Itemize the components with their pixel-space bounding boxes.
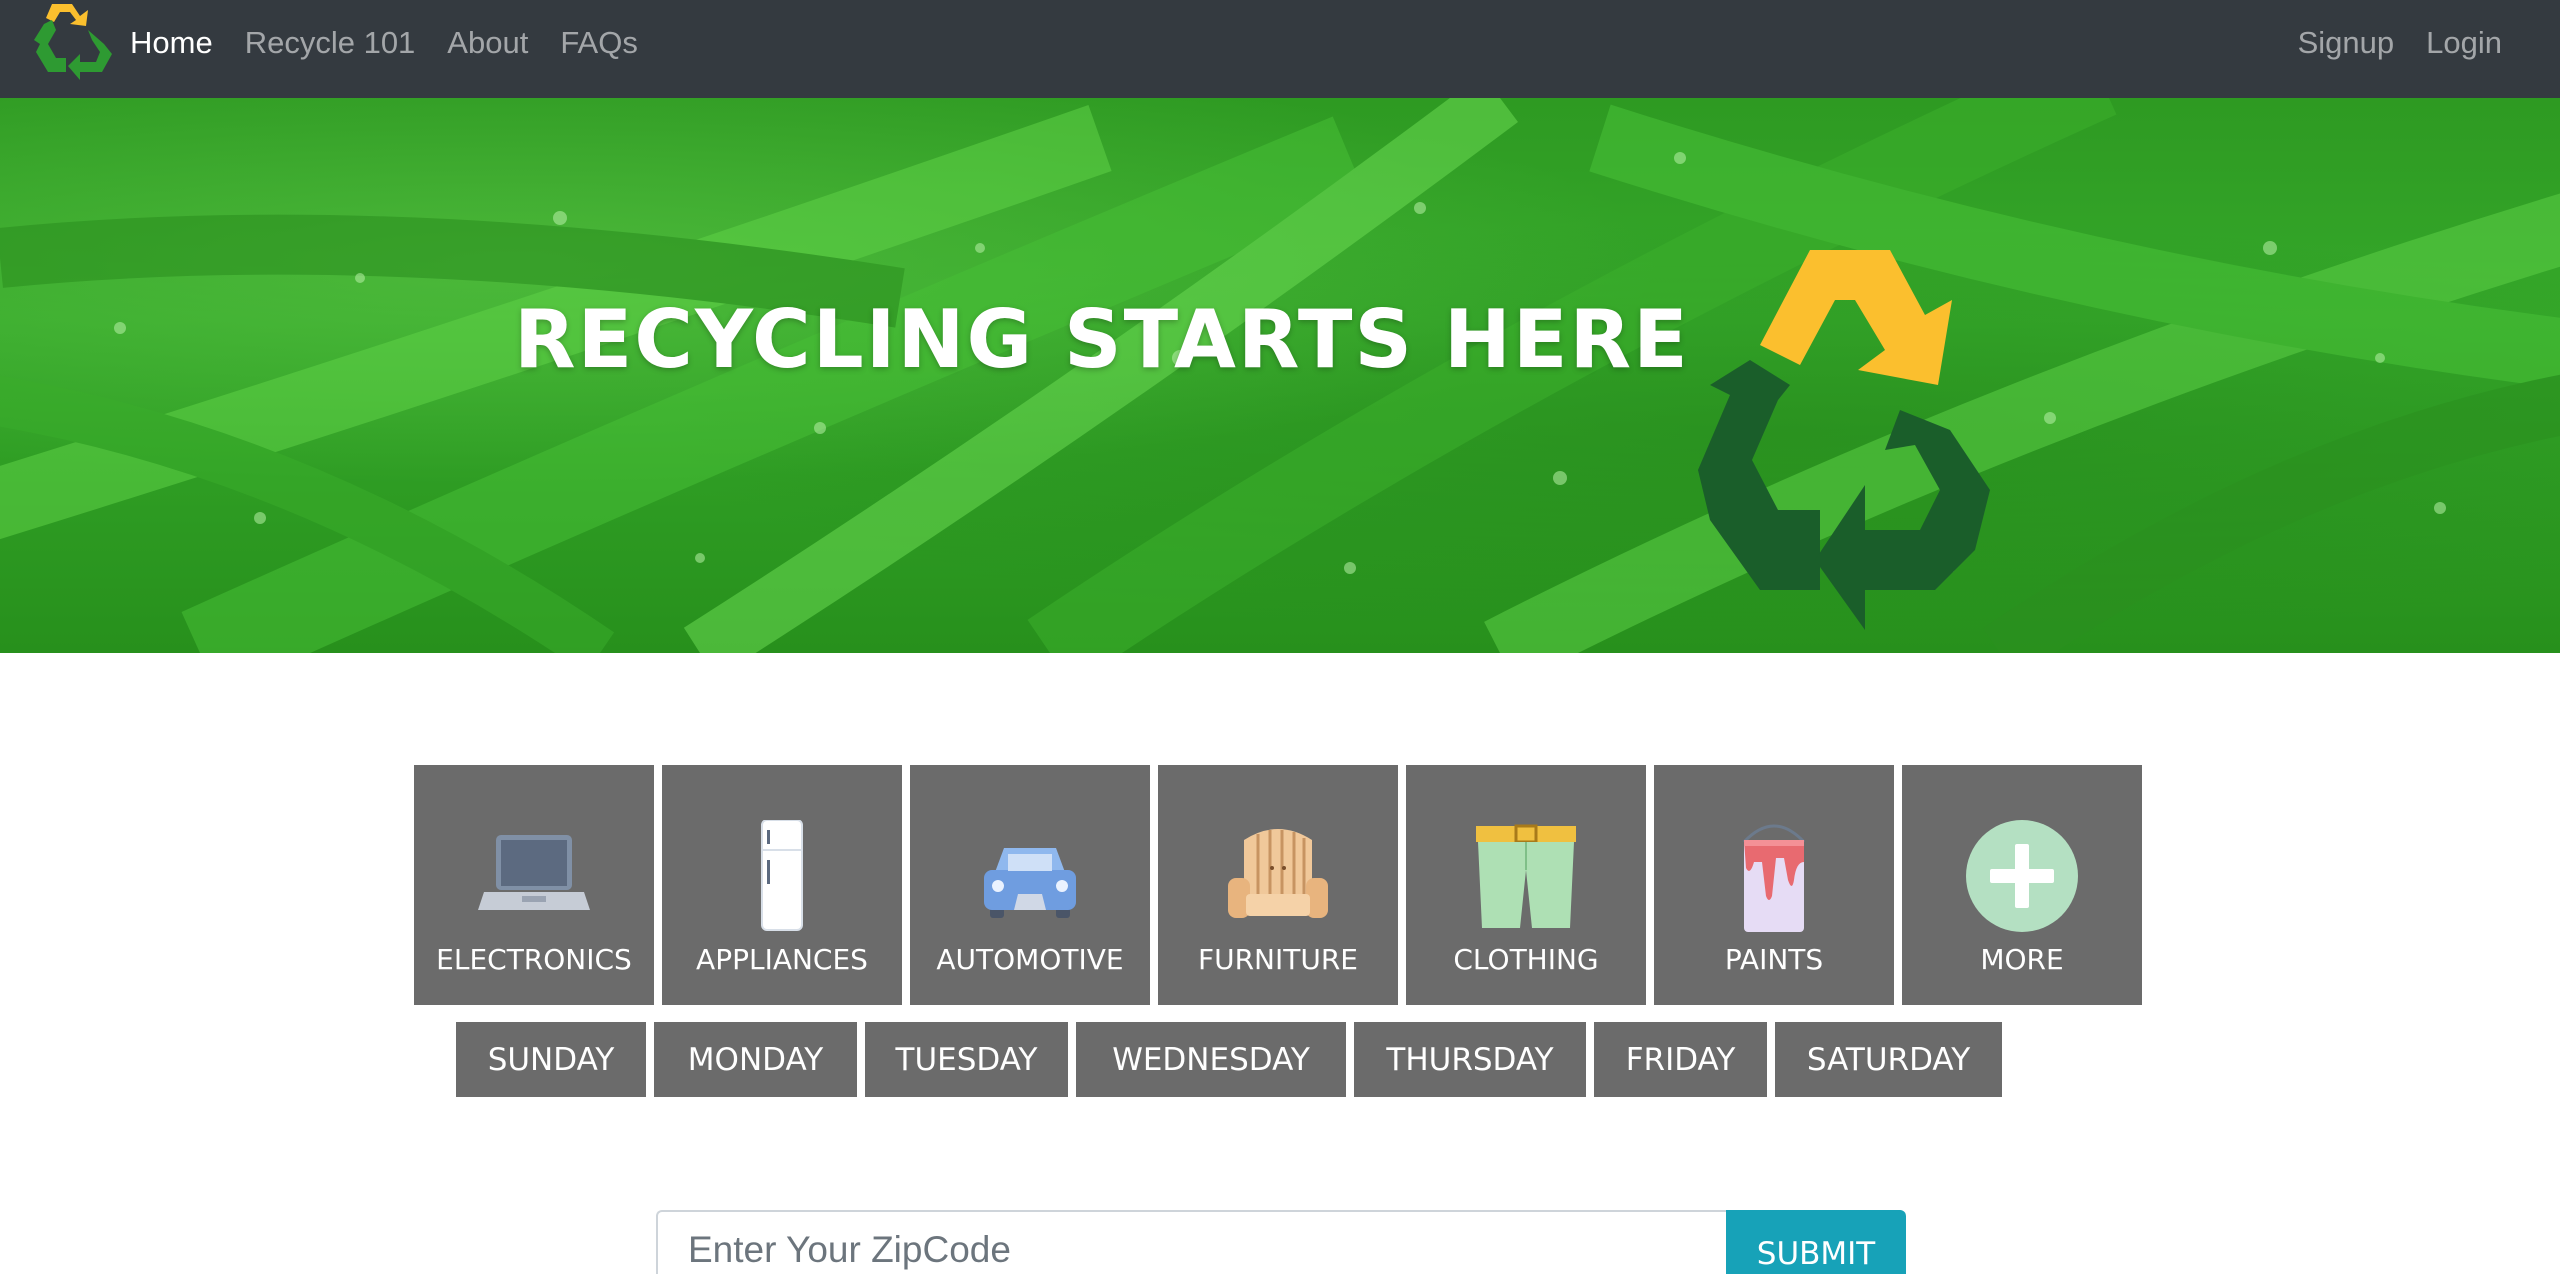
category-label: CLOTHING: [1453, 943, 1599, 976]
day-friday[interactable]: FRIDAY: [1594, 1022, 1767, 1097]
category-more[interactable]: MORE: [1902, 765, 2142, 1005]
day-thursday[interactable]: THURSDAY: [1354, 1022, 1586, 1097]
category-paints[interactable]: PAINTS: [1654, 765, 1894, 1005]
laptop-icon: [478, 835, 590, 910]
recycle-logo-icon: [34, 4, 112, 80]
day-tuesday[interactable]: TUESDAY: [865, 1022, 1068, 1097]
category-clothing[interactable]: CLOTHING: [1406, 765, 1646, 1005]
nav-left: Home Recycle 101 About FAQs: [130, 0, 670, 86]
category-label: AUTOMOTIVE: [936, 943, 1124, 976]
nav-signup[interactable]: Signup: [2298, 25, 2395, 61]
navbar: Home Recycle 101 About FAQs Signup Login: [0, 0, 2560, 98]
nav-login[interactable]: Login: [2426, 25, 2502, 61]
paint-bucket-icon: [1742, 824, 1806, 932]
nav-faqs[interactable]: FAQs: [560, 25, 638, 61]
car-icon: [984, 848, 1076, 918]
shorts-icon: [1476, 824, 1576, 928]
zipcode-input[interactable]: [656, 1210, 1728, 1274]
category-label: APPLIANCES: [696, 943, 868, 976]
armchair-icon: [1228, 829, 1328, 918]
nav-home[interactable]: Home: [130, 25, 213, 61]
refrigerator-icon: [761, 820, 803, 931]
nav-right: Signup Login: [2266, 0, 2502, 86]
plus-circle-icon: [1966, 820, 2078, 932]
day-sunday[interactable]: SUNDAY: [456, 1022, 646, 1097]
day-saturday[interactable]: SATURDAY: [1775, 1022, 2002, 1097]
day-buttons: SUNDAY MONDAY TUESDAY WEDNESDAY THURSDAY…: [456, 1022, 2002, 1097]
category-furniture[interactable]: FURNITURE: [1158, 765, 1398, 1005]
category-tiles: ELECTRONICS APPLIANCES AUTOMOTIVE FURNIT…: [414, 765, 2142, 1005]
hero-banner: RECYCLING STARTS HERE: [0, 98, 2560, 653]
day-wednesday[interactable]: WEDNESDAY: [1076, 1022, 1346, 1097]
brand-logo[interactable]: [30, 0, 116, 82]
recycle-logo-icon: [1698, 250, 1990, 630]
category-label: ELECTRONICS: [436, 943, 632, 976]
category-appliances[interactable]: APPLIANCES: [662, 765, 902, 1005]
category-label: FURNITURE: [1197, 943, 1358, 976]
category-automotive[interactable]: AUTOMOTIVE: [910, 765, 1150, 1005]
hero-title: RECYCLING STARTS HERE: [514, 293, 1690, 386]
category-label: PAINTS: [1724, 943, 1824, 976]
nav-about[interactable]: About: [447, 25, 528, 61]
nav-recycle-101[interactable]: Recycle 101: [245, 25, 416, 61]
day-monday[interactable]: MONDAY: [654, 1022, 857, 1097]
submit-button[interactable]: SUBMIT: [1726, 1210, 1906, 1274]
category-label: MORE: [1980, 943, 2064, 976]
category-electronics[interactable]: ELECTRONICS: [414, 765, 654, 1005]
